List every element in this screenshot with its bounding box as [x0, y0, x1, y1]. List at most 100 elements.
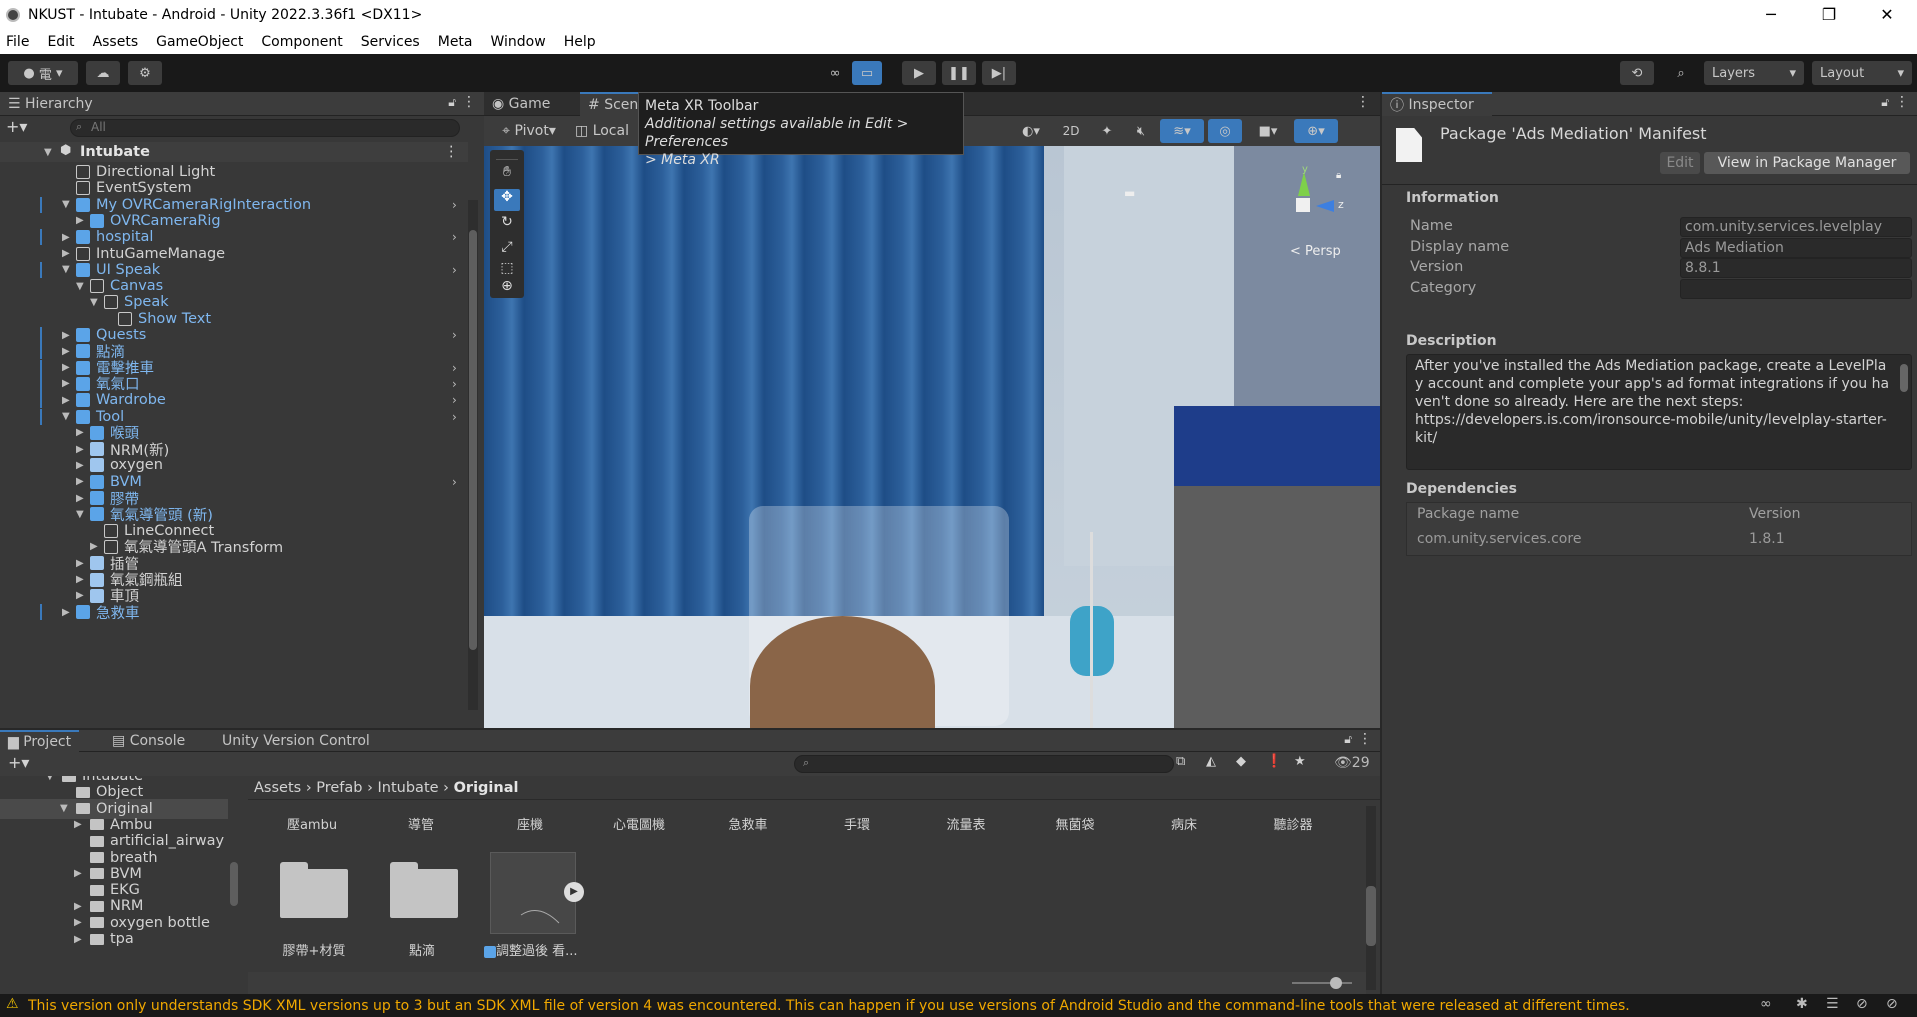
more-icon[interactable]: ⋮ [1358, 731, 1372, 747]
search-button[interactable]: ⌕ [1664, 61, 1698, 85]
chevron-right-icon[interactable]: ▶ [76, 444, 84, 455]
asset-item-label[interactable]: 無菌袋 [1055, 814, 1094, 833]
pivot-dropdown[interactable]: ⌖ Pivot ▾ [490, 119, 568, 143]
stack-icon[interactable]: ☰ [1826, 996, 1839, 1012]
meta-icon[interactable]: ∞ [1760, 996, 1772, 1012]
zoom-slider-track[interactable] [1292, 982, 1352, 984]
chevron-right-icon[interactable]: ▶ [74, 917, 82, 928]
rotate-tool-icon[interactable]: ↻ [494, 214, 520, 236]
breadcrumb-intubate[interactable]: Intubate [378, 780, 439, 796]
close-button[interactable]: ✕ [1858, 0, 1916, 29]
field-value[interactable]: 8.8.1 [1680, 258, 1912, 278]
zoom-slider-handle[interactable] [1330, 977, 1342, 989]
asset-item-label[interactable]: 急救車 [728, 814, 767, 833]
project-search-input[interactable]: ⌕ [794, 755, 1174, 773]
gizmos-dropdown[interactable]: ⊕ ▾ [1294, 119, 1338, 143]
cloud-button[interactable]: ☁ [86, 61, 120, 85]
meta-xr-button[interactable]: ∞ [822, 61, 848, 85]
services-button[interactable]: ⚙ [128, 61, 162, 85]
folder-tape-icon[interactable] [280, 862, 348, 918]
open-prefab-icon[interactable]: › [452, 475, 457, 489]
menu-window[interactable]: Window [491, 34, 546, 50]
chevron-right-icon[interactable]: ▶ [76, 476, 84, 487]
visibility-toggle[interactable]: ◎ [1208, 119, 1242, 143]
chevron-right-icon[interactable]: ▶ [74, 819, 82, 830]
chevron-down-icon[interactable]: ▼ [76, 509, 84, 520]
spinner-icon[interactable]: ⊘ [1856, 996, 1868, 1012]
audio-toggle[interactable]: 🔇︎ [1126, 119, 1156, 143]
chevron-down-icon[interactable]: ▼ [60, 803, 68, 814]
chevron-right-icon[interactable]: ▶ [62, 395, 70, 406]
view-in-package-manager-button[interactable]: View in Package Manager [1704, 152, 1910, 174]
chevron-right-icon[interactable]: ▶ [90, 541, 98, 552]
chevron-right-icon[interactable]: ▶ [76, 215, 84, 226]
layout-dropdown[interactable]: Layout ▾ [1812, 61, 1912, 85]
gizmo-center[interactable] [1296, 198, 1310, 212]
description-text[interactable]: After you've installed the Ads Mediation… [1406, 354, 1912, 470]
layers-dropdown[interactable]: Layers ▾ [1704, 61, 1804, 85]
chevron-right-icon[interactable]: ▶ [62, 248, 70, 259]
add-icon[interactable]: +▾ [8, 753, 29, 772]
assets-scrollbar[interactable] [1366, 806, 1376, 990]
menu-help[interactable]: Help [564, 34, 596, 50]
asset-item-label[interactable]: 壓ambu [287, 814, 337, 833]
step-button[interactable]: ▶| [982, 61, 1016, 85]
hidden-count[interactable]: 👁︎29 [1334, 755, 1370, 771]
chevron-down-icon[interactable]: ▼ [90, 297, 98, 308]
hierarchy-search-input[interactable]: All [70, 119, 460, 137]
more-icon[interactable]: ⋮ [1895, 94, 1909, 110]
asset-item-label[interactable]: 流量表 [946, 814, 985, 833]
chevron-right-icon[interactable]: ▶ [76, 558, 84, 569]
lock-icon[interactable]: 🔓︎ [1344, 732, 1352, 747]
menu-component[interactable]: Component [261, 34, 342, 50]
gizmo-y-axis[interactable] [1298, 172, 1310, 196]
asset-label[interactable]: 膠帶+材質 [264, 940, 364, 959]
open-prefab-icon[interactable]: › [452, 410, 457, 424]
gizmo-z-axis[interactable] [1316, 200, 1334, 212]
field-value[interactable]: Ads Mediation [1680, 237, 1912, 258]
open-prefab-icon[interactable]: › [452, 361, 457, 375]
tab-project[interactable]: ▆ Project [0, 730, 80, 752]
label-icon[interactable]: ◆ [1236, 754, 1246, 769]
chevron-down-icon[interactable]: ▼ [46, 776, 54, 782]
tab-hierarchy[interactable]: ☰ Hierarchy [0, 92, 101, 116]
account-dropdown[interactable]: ● 電 ▾ [8, 61, 78, 85]
asset-label[interactable]: 點滴 [372, 940, 472, 959]
asset-item-label[interactable]: 心電圖機 [613, 814, 665, 833]
scene-menu-icon[interactable]: ⋮ [444, 144, 459, 160]
tab-console[interactable]: ▤ Console [104, 730, 193, 752]
overlay-handle[interactable] [496, 150, 518, 160]
status-bar[interactable]: ⚠ This version only understands SDK XML … [0, 994, 1917, 1017]
scene-viewport[interactable]: ▬ y z < Persp 🔒︎ ✋︎ ✥ ↻ ⤢ ⬚ ⊕ [484, 146, 1380, 728]
chevron-right-icon[interactable]: ▶ [62, 378, 70, 389]
breadcrumb-prefab[interactable]: Prefab [316, 780, 362, 796]
asset-label-prefab[interactable]: 調整過後 看... [484, 940, 588, 959]
tree-scrollbar[interactable] [230, 862, 238, 906]
scrollbar-thumb[interactable] [1366, 886, 1376, 946]
filter-icon[interactable]: ◭ [1206, 754, 1216, 769]
menu-file[interactable]: File [6, 34, 29, 50]
breadcrumb-assets[interactable]: Assets [254, 780, 301, 796]
menu-gameobject[interactable]: GameObject [156, 34, 243, 50]
play-button[interactable]: ▶ [902, 61, 936, 85]
menu-assets[interactable]: Assets [93, 34, 139, 50]
folder-iv-icon[interactable] [390, 862, 458, 918]
chevron-right-icon[interactable]: ▶ [76, 460, 84, 471]
menu-meta[interactable]: Meta [438, 34, 473, 50]
warning-icon[interactable]: ❗ [1266, 754, 1282, 769]
field-value[interactable]: com.unity.services.levelplay [1680, 217, 1912, 237]
open-prefab-icon[interactable]: › [452, 198, 457, 212]
chevron-right-icon[interactable]: ▶ [76, 493, 84, 504]
open-prefab-icon[interactable]: › [452, 263, 457, 277]
tab-game[interactable]: ◉ Game [484, 92, 558, 116]
open-prefab-icon[interactable]: › [452, 328, 457, 342]
asset-item-label[interactable]: 病床 [1171, 814, 1197, 833]
debug-icon[interactable]: ✱ [1796, 996, 1808, 1012]
transform-tool-icon[interactable]: ⊕ [494, 278, 520, 298]
shading-dropdown[interactable]: ◐ ▾ [1014, 119, 1048, 143]
history-button[interactable]: ⟲ [1620, 61, 1654, 85]
orientation-gizmo[interactable]: y z < Persp 🔒︎ [1264, 164, 1344, 259]
lock-icon[interactable]: 🔓︎ [448, 95, 456, 110]
chevron-right-icon[interactable]: ▶ [76, 427, 84, 438]
more-icon[interactable]: ⋮ [1356, 94, 1370, 110]
